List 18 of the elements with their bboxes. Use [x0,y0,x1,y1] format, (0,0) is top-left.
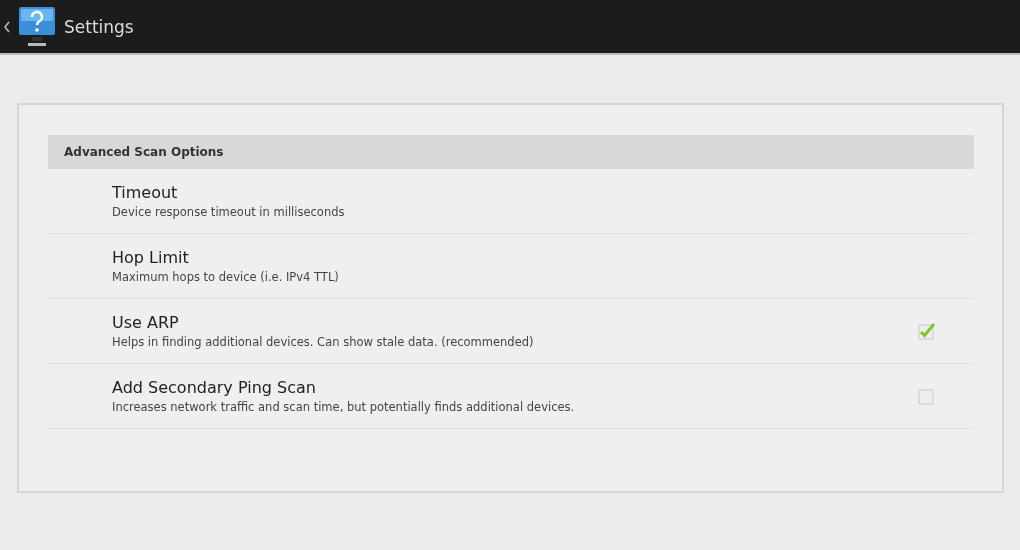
preference-title: Add Secondary Ping Scan [112,378,317,397]
preference-title: Timeout [112,183,179,202]
preference-row[interactable]: Use ARP Helps in finding additional devices. Can show stale data. (recommended) [48,299,974,364]
preference-summary: Device response timeout in milliseconds [112,205,346,219]
section-header: Advanced Scan Options [48,135,974,169]
preference-summary: Increases network traffic and scan time, but potentially finds additional devices. [112,400,576,414]
checkbox[interactable] [916,321,936,341]
monitor-help-icon [18,4,56,49]
back-chevron-icon [4,20,10,33]
preference-title: Hop Limit [112,248,190,267]
preference-summary: Maximum hops to device (i.e. IPv4 TTL) [112,270,340,284]
preference-title: Use ARP [112,313,180,332]
preference-row[interactable]: Add Secondary Ping Scan Increases network traffic and scan time, but potentially finds additional devices. [48,364,974,429]
checkbox[interactable] [916,386,936,406]
preference-summary: Helps in finding additional devices. Can show stale data. (recommended) [112,335,535,349]
screen-title: Settings [64,16,134,37]
preference-row[interactable]: Timeout Device response timeout in milliseconds [48,169,974,234]
preference-row[interactable]: Hop Limit Maximum hops to device (i.e. IPv4 TTL) [48,234,974,299]
